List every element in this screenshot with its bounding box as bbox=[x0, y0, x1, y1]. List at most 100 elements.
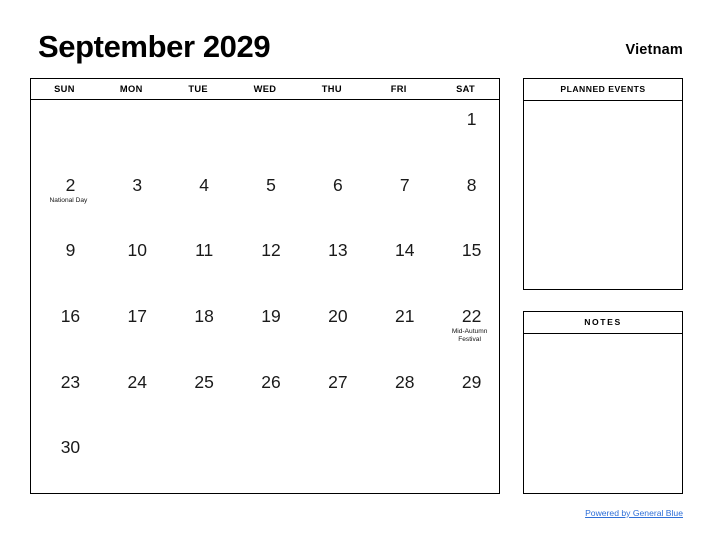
day-cell[interactable]: 29 bbox=[432, 363, 499, 429]
day-cell-empty bbox=[298, 100, 365, 166]
day-cell-empty bbox=[298, 428, 365, 494]
footer: Powered by General Blue bbox=[523, 503, 683, 521]
notes-panel: NOTES bbox=[523, 311, 683, 494]
day-number: 5 bbox=[266, 174, 276, 195]
calendar-weeks: 1 2 National Day 3 4 5 6 7 8 9 10 11 12 13 14 15 16 17 18 1… bbox=[31, 100, 499, 494]
weekday-label-sat: SAT bbox=[456, 84, 476, 94]
day-number: 7 bbox=[399, 174, 410, 195]
calendar-week-row: 2 National Day 3 4 5 6 7 8 bbox=[31, 166, 499, 232]
calendar-week-row: 30 bbox=[31, 428, 499, 494]
day-cell[interactable]: 4 bbox=[165, 166, 232, 232]
day-cell[interactable]: 6 bbox=[298, 166, 365, 232]
day-cell[interactable]: 23 bbox=[31, 363, 98, 429]
day-number: 18 bbox=[194, 306, 214, 327]
day-number: 25 bbox=[194, 371, 214, 392]
notes-body[interactable] bbox=[524, 334, 682, 494]
day-cell[interactable]: 8 bbox=[432, 166, 499, 232]
day-number: 4 bbox=[199, 174, 210, 195]
day-cell[interactable]: 15 bbox=[432, 231, 499, 297]
day-number: 21 bbox=[394, 306, 415, 327]
day-number: 23 bbox=[60, 371, 81, 392]
day-cell[interactable]: 26 bbox=[232, 363, 299, 429]
planned-events-body[interactable] bbox=[524, 101, 682, 290]
day-cell-empty bbox=[165, 428, 232, 494]
day-cell[interactable]: 12 bbox=[232, 231, 299, 297]
day-event-label: National Day bbox=[49, 196, 88, 204]
day-number: 11 bbox=[195, 240, 214, 261]
weekday-label-wed: WED bbox=[253, 84, 277, 94]
day-cell[interactable]: 9 bbox=[31, 231, 98, 297]
page-title: September 2029 bbox=[38, 29, 271, 64]
region-label: Vietnam bbox=[625, 42, 683, 58]
powered-by-link[interactable]: Powered by General Blue bbox=[585, 508, 683, 518]
weekday-label-tue: TUE bbox=[188, 84, 208, 94]
day-cell[interactable]: 20 bbox=[298, 297, 365, 363]
day-cell[interactable]: 25 bbox=[165, 363, 232, 429]
day-cell-empty bbox=[432, 428, 499, 494]
day-number: 16 bbox=[60, 306, 81, 327]
day-number: 3 bbox=[132, 174, 143, 195]
weekday-label-sun: SUN bbox=[54, 84, 75, 94]
day-number: 2 bbox=[65, 174, 76, 195]
page-header: September 2029 Vietnam bbox=[30, 28, 683, 70]
day-cell[interactable]: 19 bbox=[232, 297, 299, 363]
weekday-label-mon: MON bbox=[119, 84, 143, 94]
day-cell-empty bbox=[98, 428, 165, 494]
day-number: 12 bbox=[261, 240, 281, 261]
day-cell[interactable]: 21 bbox=[365, 297, 432, 363]
day-cell[interactable]: 1 bbox=[432, 100, 499, 166]
notes-title: NOTES bbox=[524, 312, 682, 334]
day-number: 26 bbox=[261, 371, 281, 392]
calendar-week-row: 9 10 11 12 13 14 15 bbox=[31, 231, 499, 297]
day-cell[interactable]: 30 bbox=[31, 428, 98, 494]
weekday-header-row: SUN MON TUE WED THU FRI SAT bbox=[31, 79, 499, 100]
day-cell[interactable]: 5 bbox=[232, 166, 299, 232]
day-number: 17 bbox=[127, 306, 148, 327]
day-number: 10 bbox=[127, 240, 148, 261]
day-cell-empty bbox=[232, 428, 299, 494]
day-cell[interactable]: 22 Mid-Autumn Festival bbox=[432, 297, 499, 363]
day-number: 22 bbox=[461, 306, 482, 327]
day-cell[interactable]: 28 bbox=[365, 363, 432, 429]
weekday-label-fri: FRI bbox=[390, 84, 407, 94]
day-cell[interactable]: 11 bbox=[165, 231, 232, 297]
planned-events-panel: PLANNED EVENTS bbox=[523, 78, 683, 290]
day-number: 13 bbox=[328, 240, 348, 261]
day-cell[interactable]: 24 bbox=[98, 363, 165, 429]
weekday-label-thu: THU bbox=[321, 84, 342, 94]
day-cell[interactable]: 7 bbox=[365, 166, 432, 232]
day-number: 9 bbox=[65, 240, 76, 261]
day-number: 8 bbox=[466, 174, 477, 195]
day-cell-empty bbox=[365, 100, 432, 166]
day-cell[interactable]: 16 bbox=[31, 297, 98, 363]
day-cell[interactable]: 27 bbox=[298, 363, 365, 429]
day-number: 30 bbox=[60, 437, 81, 458]
day-cell[interactable]: 14 bbox=[365, 231, 432, 297]
day-number: 29 bbox=[461, 371, 482, 392]
calendar-week-row: 23 24 25 26 27 28 29 bbox=[31, 363, 499, 429]
day-event-label: Mid-Autumn Festival bbox=[451, 328, 488, 344]
day-cell[interactable]: 10 bbox=[98, 231, 165, 297]
day-number: 27 bbox=[328, 371, 348, 392]
day-number: 20 bbox=[328, 306, 348, 327]
day-number: 6 bbox=[333, 174, 343, 195]
day-cell-empty bbox=[165, 100, 232, 166]
day-number: 24 bbox=[127, 371, 148, 392]
day-cell[interactable]: 18 bbox=[165, 297, 232, 363]
calendar-week-row: 1 bbox=[31, 100, 499, 166]
day-cell-empty bbox=[98, 100, 165, 166]
day-number: 19 bbox=[261, 306, 281, 327]
day-cell[interactable]: 2 National Day bbox=[31, 166, 98, 232]
day-cell-empty bbox=[365, 428, 432, 494]
calendar-grid: SUN MON TUE WED THU FRI SAT 1 2 National Day 3 4 5 6… bbox=[30, 78, 500, 494]
day-number: 14 bbox=[394, 240, 415, 261]
day-cell[interactable]: 13 bbox=[298, 231, 365, 297]
day-number: 1 bbox=[466, 109, 477, 129]
calendar-week-row: 16 17 18 19 20 21 22 Mid-Autumn Festival bbox=[31, 297, 499, 363]
day-cell[interactable]: 17 bbox=[98, 297, 165, 363]
day-cell[interactable]: 3 bbox=[98, 166, 165, 232]
planned-events-title: PLANNED EVENTS bbox=[524, 79, 682, 101]
day-cell-empty bbox=[232, 100, 299, 166]
day-cell-empty bbox=[31, 100, 98, 166]
day-number: 15 bbox=[461, 240, 482, 261]
